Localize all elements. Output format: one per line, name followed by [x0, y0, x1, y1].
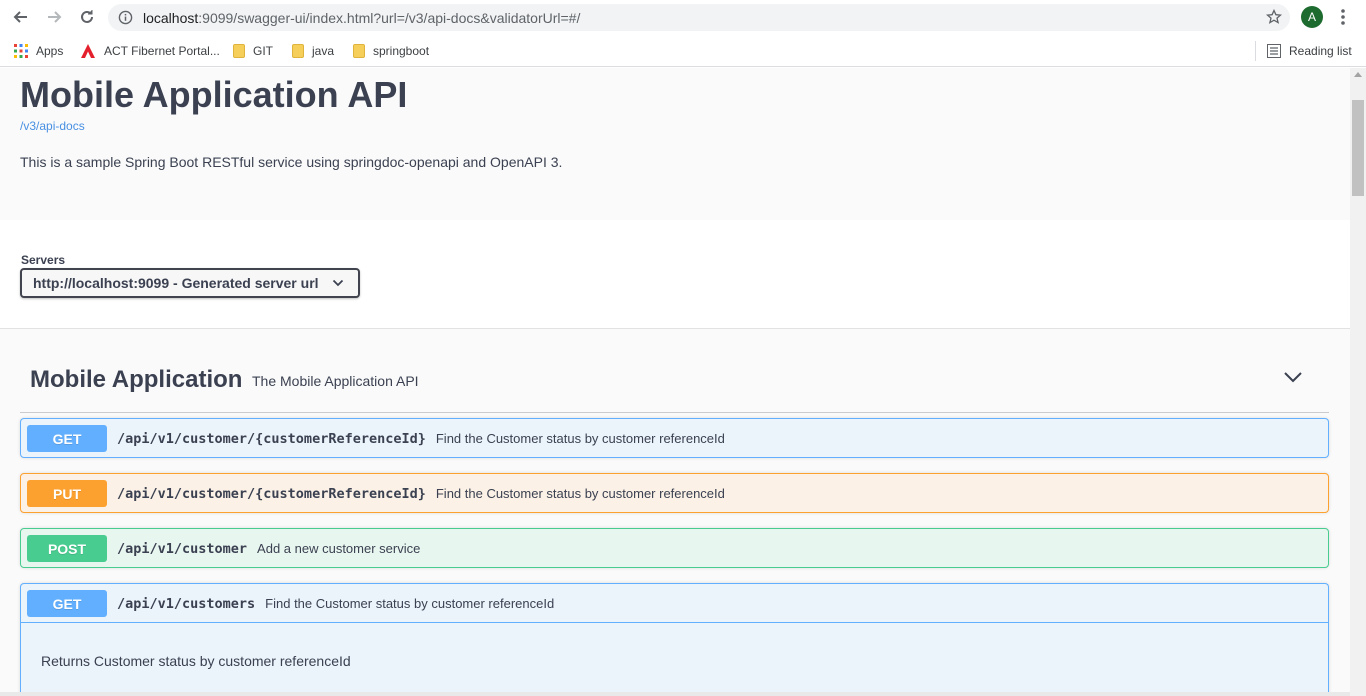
servers-selected-value: http://localhost:9099 - Generated server… [33, 275, 319, 291]
method-badge: POST [27, 535, 107, 562]
opblock-put-customer-by-id[interactable]: PUT /api/v1/customer/{customerReferenceI… [20, 473, 1329, 513]
path-text: /api/v1/customer/{customerReferenceId} [117, 431, 426, 447]
url-text: localhost:9099/swagger-ui/index.html?url… [143, 10, 580, 26]
api-title: Mobile Application API [20, 74, 408, 115]
folder-icon [292, 44, 304, 58]
bookmark-act-fibernet[interactable]: ACT Fibernet Portal... [80, 42, 220, 60]
opblock-post-customer[interactable]: POST /api/v1/customer Add a new customer … [20, 528, 1329, 568]
operation-summary: Find the Customer status by customer ref… [435, 486, 725, 501]
path-text: /api/v1/customers [117, 596, 256, 612]
swagger-page: Mobile Application API /v3/api-docs This… [0, 68, 1350, 696]
bookmark-label: Apps [36, 44, 64, 58]
bookmark-star-icon[interactable] [1265, 8, 1283, 30]
page-scrollbar[interactable] [1350, 68, 1366, 696]
bookmark-label: springboot [373, 44, 430, 58]
operation-summary: Find the Customer status by customer ref… [435, 431, 725, 446]
apps-grid-icon [14, 44, 28, 58]
api-docs-link[interactable]: /v3/api-docs [20, 119, 85, 133]
opblock-get-customers: GET /api/v1/customers Find the Customer s… [20, 583, 1329, 696]
act-logo-icon [81, 44, 95, 58]
operation-summary: Find the Customer status by customer ref… [265, 596, 555, 611]
bookmark-label: GIT [253, 44, 273, 58]
back-button[interactable] [10, 6, 32, 28]
tag-name: Mobile Application [30, 366, 243, 393]
scrollbar-thumb[interactable] [1352, 100, 1364, 196]
bookmarks-divider [1255, 41, 1256, 61]
operation-path: /api/v1/customer/{customerReferenceId} Fi… [117, 431, 725, 447]
bookmark-java[interactable]: java [292, 42, 334, 60]
bookmark-git[interactable]: GIT [233, 42, 273, 60]
folder-icon [353, 44, 365, 58]
bookmark-springboot[interactable]: springboot [353, 42, 429, 60]
chevron-down-icon[interactable] [1283, 370, 1303, 384]
operation-description: Returns Customer status by customer refe… [41, 653, 351, 669]
reading-list-button[interactable]: Reading list [1267, 42, 1352, 60]
opblock-get-customer-by-id[interactable]: GET /api/v1/customer/{customerReferenceI… [20, 418, 1329, 458]
operation-path: /api/v1/customers Find the Customer statu… [117, 596, 554, 612]
bookmark-apps[interactable]: Apps [14, 42, 63, 60]
method-badge: PUT [27, 480, 107, 507]
avatar-letter: A [1307, 10, 1316, 24]
operation-summary: Add a new customer service [257, 541, 421, 556]
folder-icon [233, 44, 245, 58]
operation-path: /api/v1/customer/{customerReferenceId} Fi… [117, 486, 725, 502]
servers-label: Servers [21, 253, 66, 267]
reading-list-label: Reading list [1289, 44, 1352, 58]
address-bar[interactable]: localhost:9099/swagger-ui/index.html?url… [108, 4, 1290, 31]
profile-avatar[interactable]: A [1301, 6, 1323, 28]
path-text: /api/v1/customer [117, 541, 248, 557]
site-info-icon[interactable] [118, 10, 133, 30]
bookmarks-bar: Apps ACT Fibernet Portal... GIT java spr… [0, 34, 1366, 67]
tag-description: The Mobile Application API [252, 373, 419, 389]
api-description: This is a sample Spring Boot RESTful ser… [20, 154, 563, 170]
browser-menu-icon[interactable] [1336, 7, 1350, 32]
chevron-down-icon [332, 279, 344, 287]
servers-select[interactable]: http://localhost:9099 - Generated server… [20, 268, 360, 298]
url-host: localhost [143, 10, 199, 26]
reload-button[interactable] [76, 6, 98, 28]
operation-path: /api/v1/customer Add a new customer servi… [117, 541, 420, 557]
bookmark-label: java [312, 44, 335, 58]
bookmark-label: ACT Fibernet Portal... [104, 44, 220, 58]
api-info: Mobile Application API /v3/api-docs This… [0, 68, 1350, 220]
reload-icon [81, 10, 93, 23]
scroll-up-icon[interactable] [1354, 72, 1362, 77]
forward-arrow-icon [48, 11, 62, 23]
reading-list-icon [1267, 44, 1281, 58]
bottom-horizontal-scrollbar[interactable] [0, 692, 1350, 696]
back-arrow-icon [13, 11, 27, 23]
tag-header-mobile-application[interactable]: Mobile Application The Mobile Applicatio… [20, 358, 1329, 413]
forward-button[interactable] [43, 6, 65, 28]
opblock-summary[interactable]: GET /api/v1/customers Find the Customer s… [21, 584, 1328, 623]
method-badge: GET [27, 590, 107, 617]
method-badge: GET [27, 425, 107, 452]
url-path: :9099/swagger-ui/index.html?url=/v3/api-… [198, 10, 581, 26]
path-text: /api/v1/customer/{customerReferenceId} [117, 486, 426, 502]
browser-toolbar: localhost:9099/swagger-ui/index.html?url… [0, 0, 1366, 34]
